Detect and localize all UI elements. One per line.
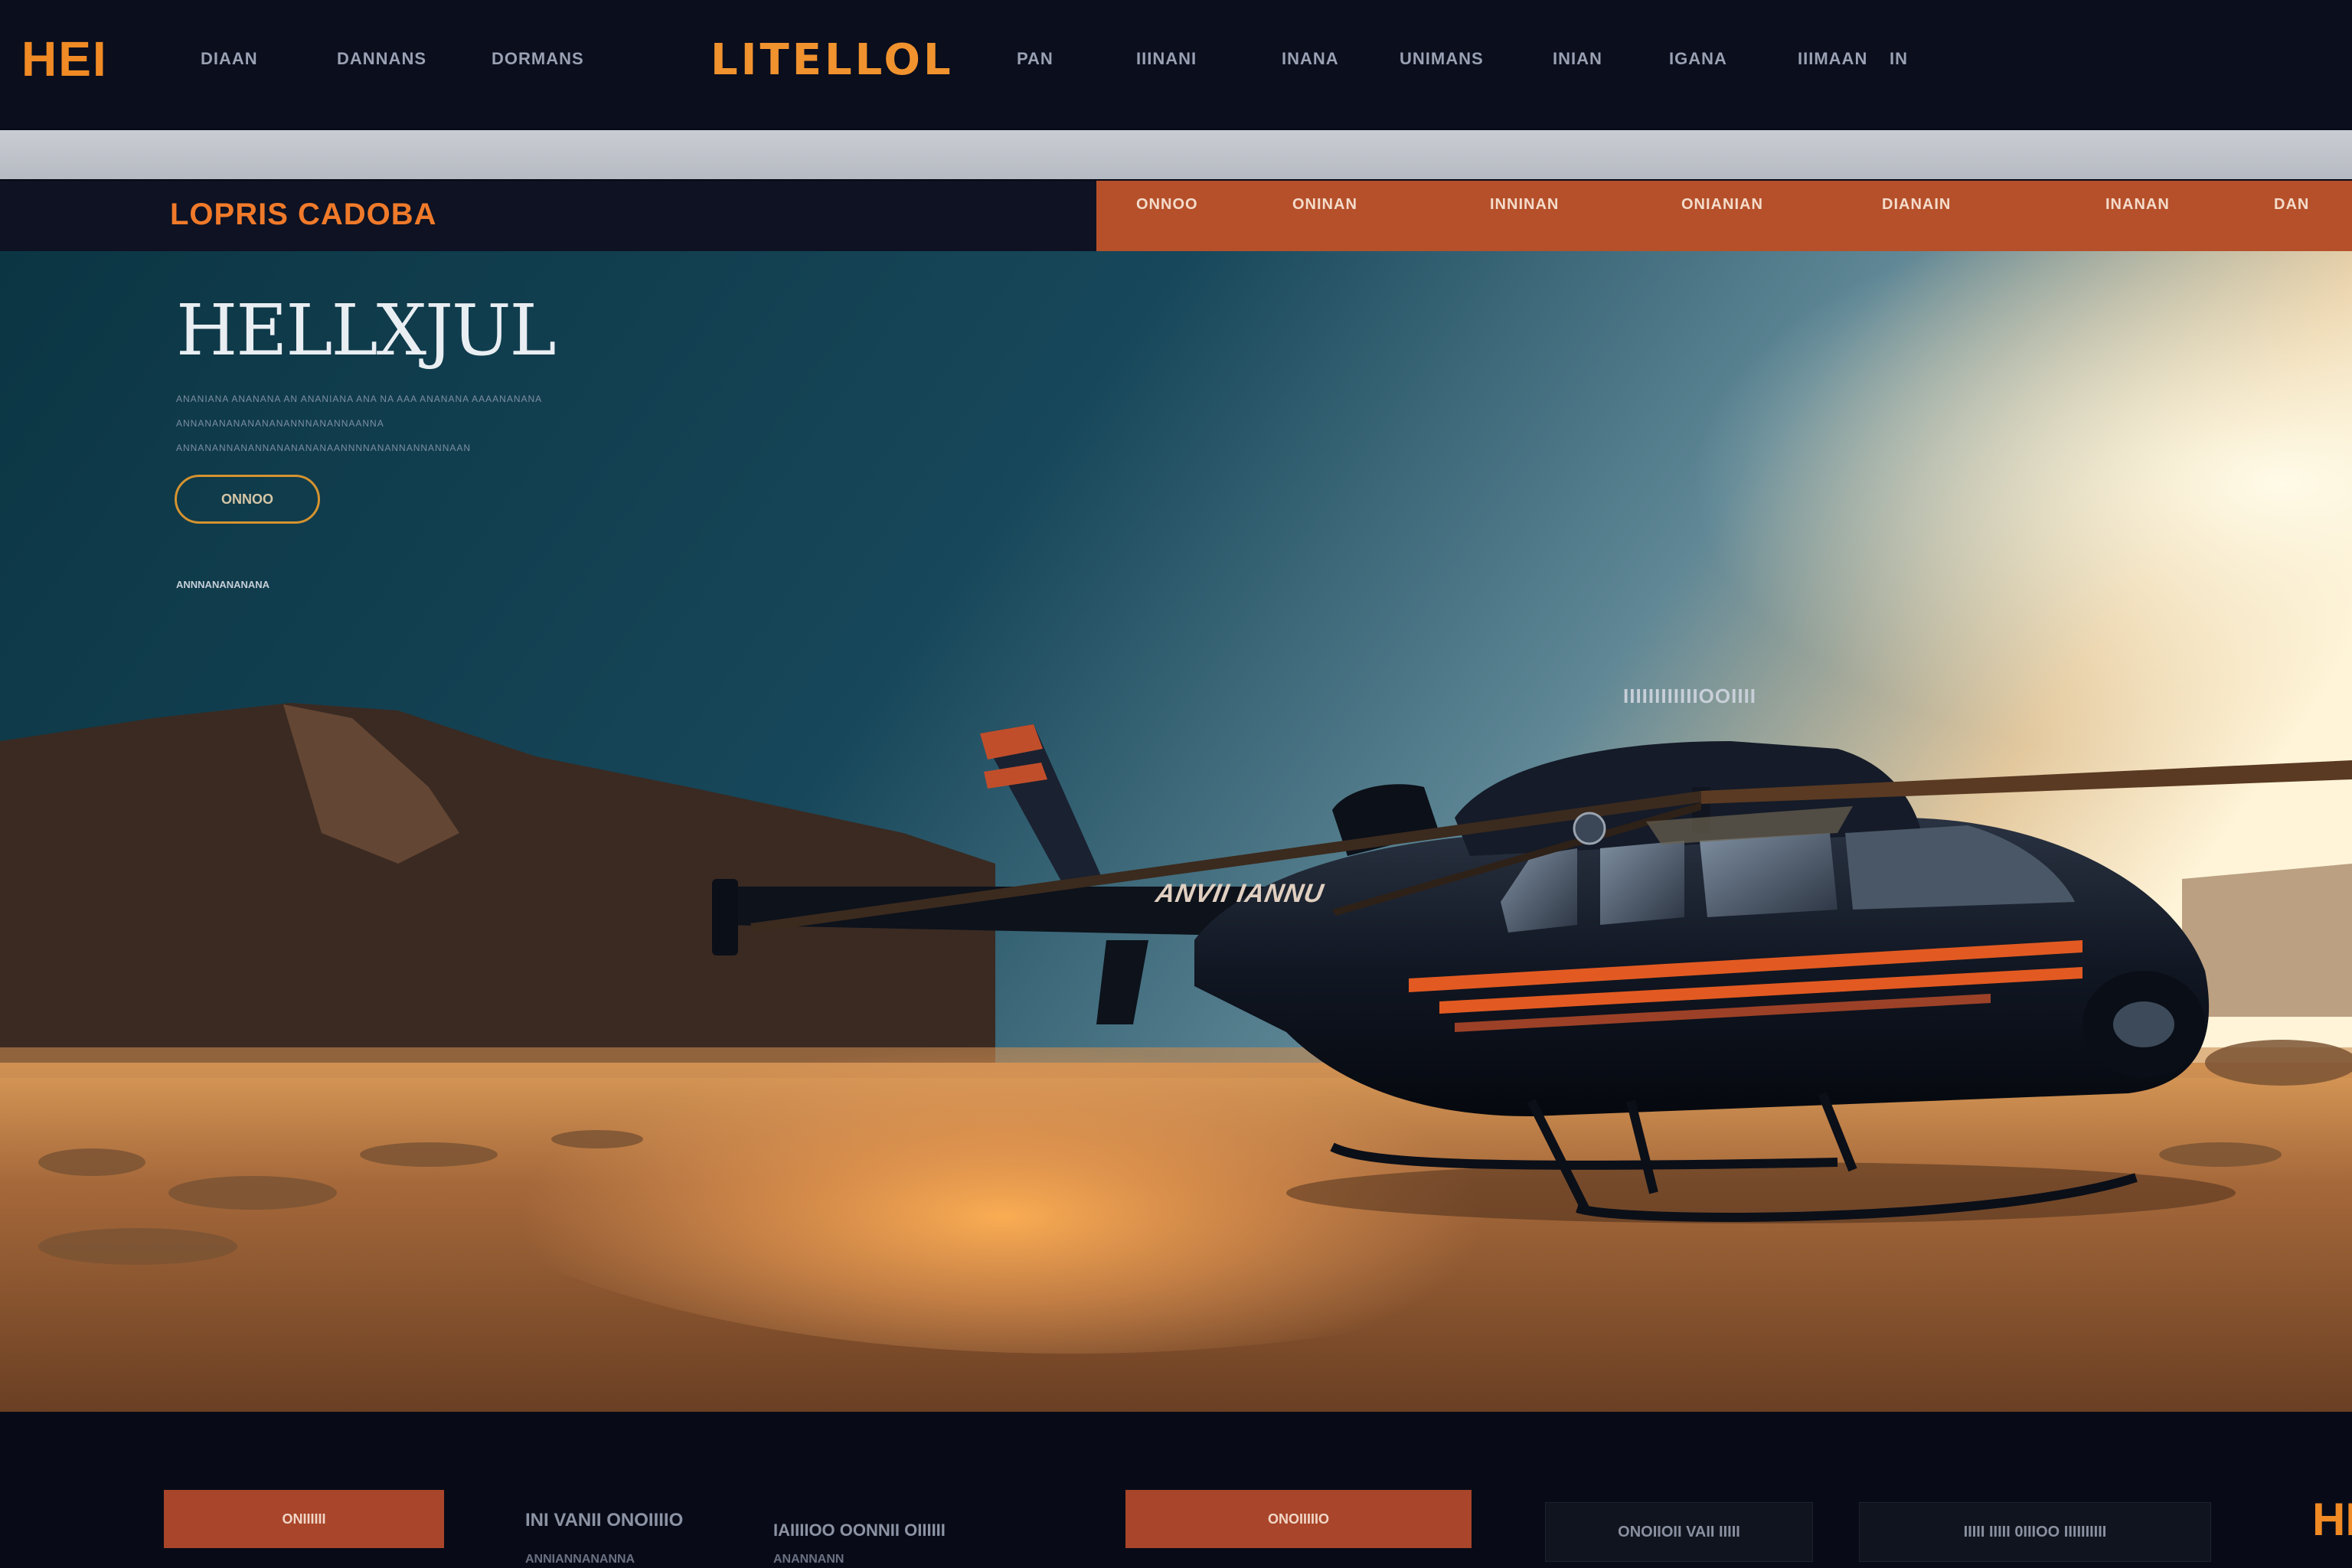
footer-text-1: INI VANII ONOIIIIO: [525, 1510, 684, 1530]
nav-link-9[interactable]: IGANA: [1669, 49, 1727, 69]
nav-link-6[interactable]: INANA: [1282, 49, 1339, 69]
site-logo[interactable]: HEI: [21, 31, 108, 87]
footer-button-2[interactable]: ONOIIIIIO: [1125, 1490, 1472, 1548]
nav-link-4[interactable]: PAN: [1017, 49, 1054, 69]
subheader-title: LOPRIS CADOBA: [170, 198, 437, 231]
nav-link-1[interactable]: DIAAN: [201, 49, 258, 69]
subheader-link-4[interactable]: ONIANIAN: [1681, 196, 1763, 214]
nav-link-7[interactable]: UNIMANS: [1400, 49, 1484, 69]
subheader-link-5[interactable]: DIANAIN: [1882, 196, 1951, 214]
nav-link-3[interactable]: DORMANS: [492, 49, 584, 69]
nav-link-2[interactable]: DANNANS: [337, 49, 426, 69]
helicopter-tail-text: ANVII IANNU: [1153, 879, 1327, 908]
hero-small-link[interactable]: ANNNANANANANA: [176, 579, 270, 590]
subheader-link-1[interactable]: ONNOO: [1136, 196, 1198, 214]
footer-box-1[interactable]: ONOIIOII VAII IIIII: [1545, 1502, 1813, 1562]
footer-button-1[interactable]: ONIIIIII: [164, 1490, 444, 1548]
nav-link-5[interactable]: IIINANI: [1136, 49, 1197, 69]
footer-text-1b: ANNIANNANANNA: [525, 1553, 635, 1566]
subheader-left: [0, 181, 1096, 251]
hero-cta-button[interactable]: ONNOO: [175, 475, 320, 524]
hero-line-2: ANNANANANANANANANNNANANNAANNA: [176, 418, 384, 429]
nav-link-10[interactable]: IIIMAAN: [1798, 49, 1867, 69]
hero-line-1: ANANIANA ANANANA AN ANANIANA ANA NA AAA …: [176, 394, 543, 404]
subheader-link-7[interactable]: DAN: [2274, 196, 2309, 214]
top-navbar: HEI DIAAN DANNANS DORMANS LITELLOL PAN I…: [0, 0, 2352, 129]
hero-line-3: ANNANANNANANNANANANANAANNNNANANNANNANNAA…: [176, 443, 472, 453]
footer-box-2[interactable]: IIIII IIIII 0IIIOO IIIIIIIIII: [1859, 1502, 2211, 1562]
nav-link-8[interactable]: INIAN: [1553, 49, 1602, 69]
footer-logo[interactable]: HE: [2312, 1493, 2352, 1546]
helicopter-fuselage-text: IIIIIIIIIIIIOOIIII: [1623, 684, 1757, 707]
footer-text-2: IAIIIIOO OONNII OIIIIII: [773, 1521, 946, 1540]
subheader-link-2[interactable]: ONINAN: [1292, 196, 1357, 214]
footer-text-2b: ANANNANN: [773, 1553, 844, 1566]
divider-strip: [0, 130, 2352, 179]
subheader-tabs: [1096, 181, 2352, 251]
hero-title: HELLXJUL: [176, 289, 557, 371]
brand-title[interactable]: LITELLOL: [710, 35, 954, 85]
subheader-link-3[interactable]: INNINAN: [1490, 196, 1559, 214]
subheader-link-6[interactable]: INANAN: [2105, 196, 2170, 214]
nav-link-11[interactable]: IN: [1890, 49, 1908, 69]
